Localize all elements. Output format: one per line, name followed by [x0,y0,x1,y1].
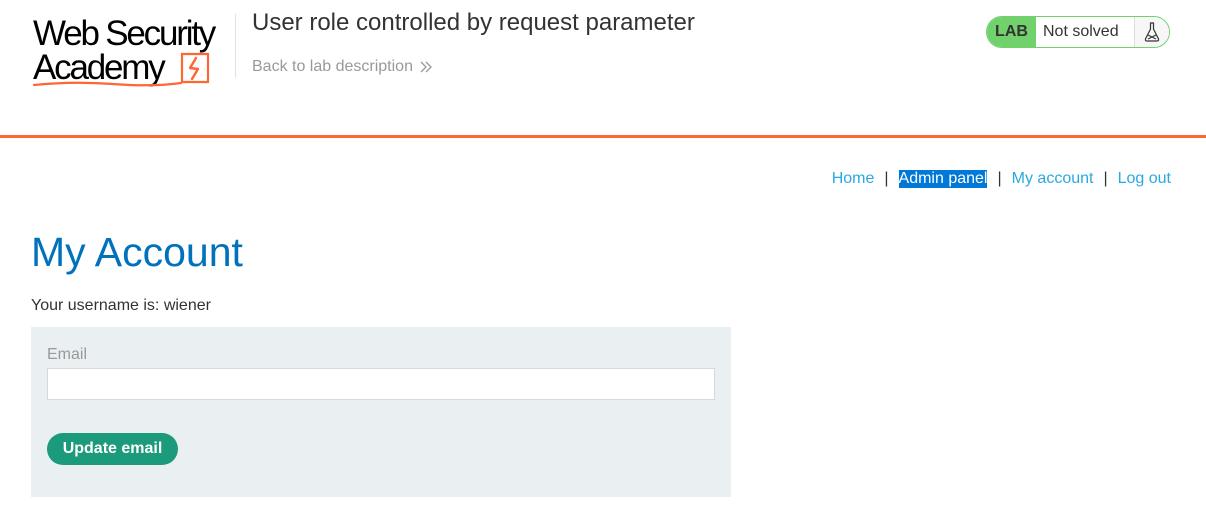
page-title: My Account [31,229,243,275]
nav-separator: | [884,170,889,187]
flask-icon-svg [1144,22,1160,42]
username-text: Your username is: wiener [31,297,211,314]
change-email-form: Email Update email [31,327,731,497]
lab-status-widget: LAB Not solved [986,16,1170,48]
logo-underline-icon [33,81,183,87]
logo-lightning-icon [180,52,210,84]
header: Web Security Academy User role controlle… [0,0,1206,138]
back-link-label: Back to lab description [252,58,413,75]
header-orange-rule [0,135,1206,138]
page: Web Security Academy User role controlle… [0,0,1206,517]
lab-badge: LAB [987,17,1036,47]
header-divider [235,14,236,78]
nav-log-out-link[interactable]: Log out [1118,170,1171,188]
lab-title: User role controlled by request paramete… [252,9,695,36]
top-navigation: Home | Admin panel | My account | Log ou… [832,170,1171,188]
flask-icon[interactable] [1135,17,1169,47]
nav-my-account-link[interactable]: My account [1012,170,1094,188]
logo-text-line1: Web Security [33,14,216,53]
email-label: Email [47,346,88,363]
nav-separator: | [1103,170,1108,187]
back-to-lab-description-link[interactable]: Back to lab description [252,58,433,76]
nav-separator: | [997,170,1002,187]
nav-home-link[interactable]: Home [832,170,875,188]
email-input[interactable] [47,368,715,400]
nav-admin-panel-link[interactable]: Admin panel [898,170,988,188]
update-email-button[interactable]: Update email [47,433,178,465]
lab-status-text: Not solved [1036,17,1135,47]
double-chevron-right-icon [420,61,432,73]
web-security-academy-logo[interactable]: Web Security Academy [33,12,235,92]
